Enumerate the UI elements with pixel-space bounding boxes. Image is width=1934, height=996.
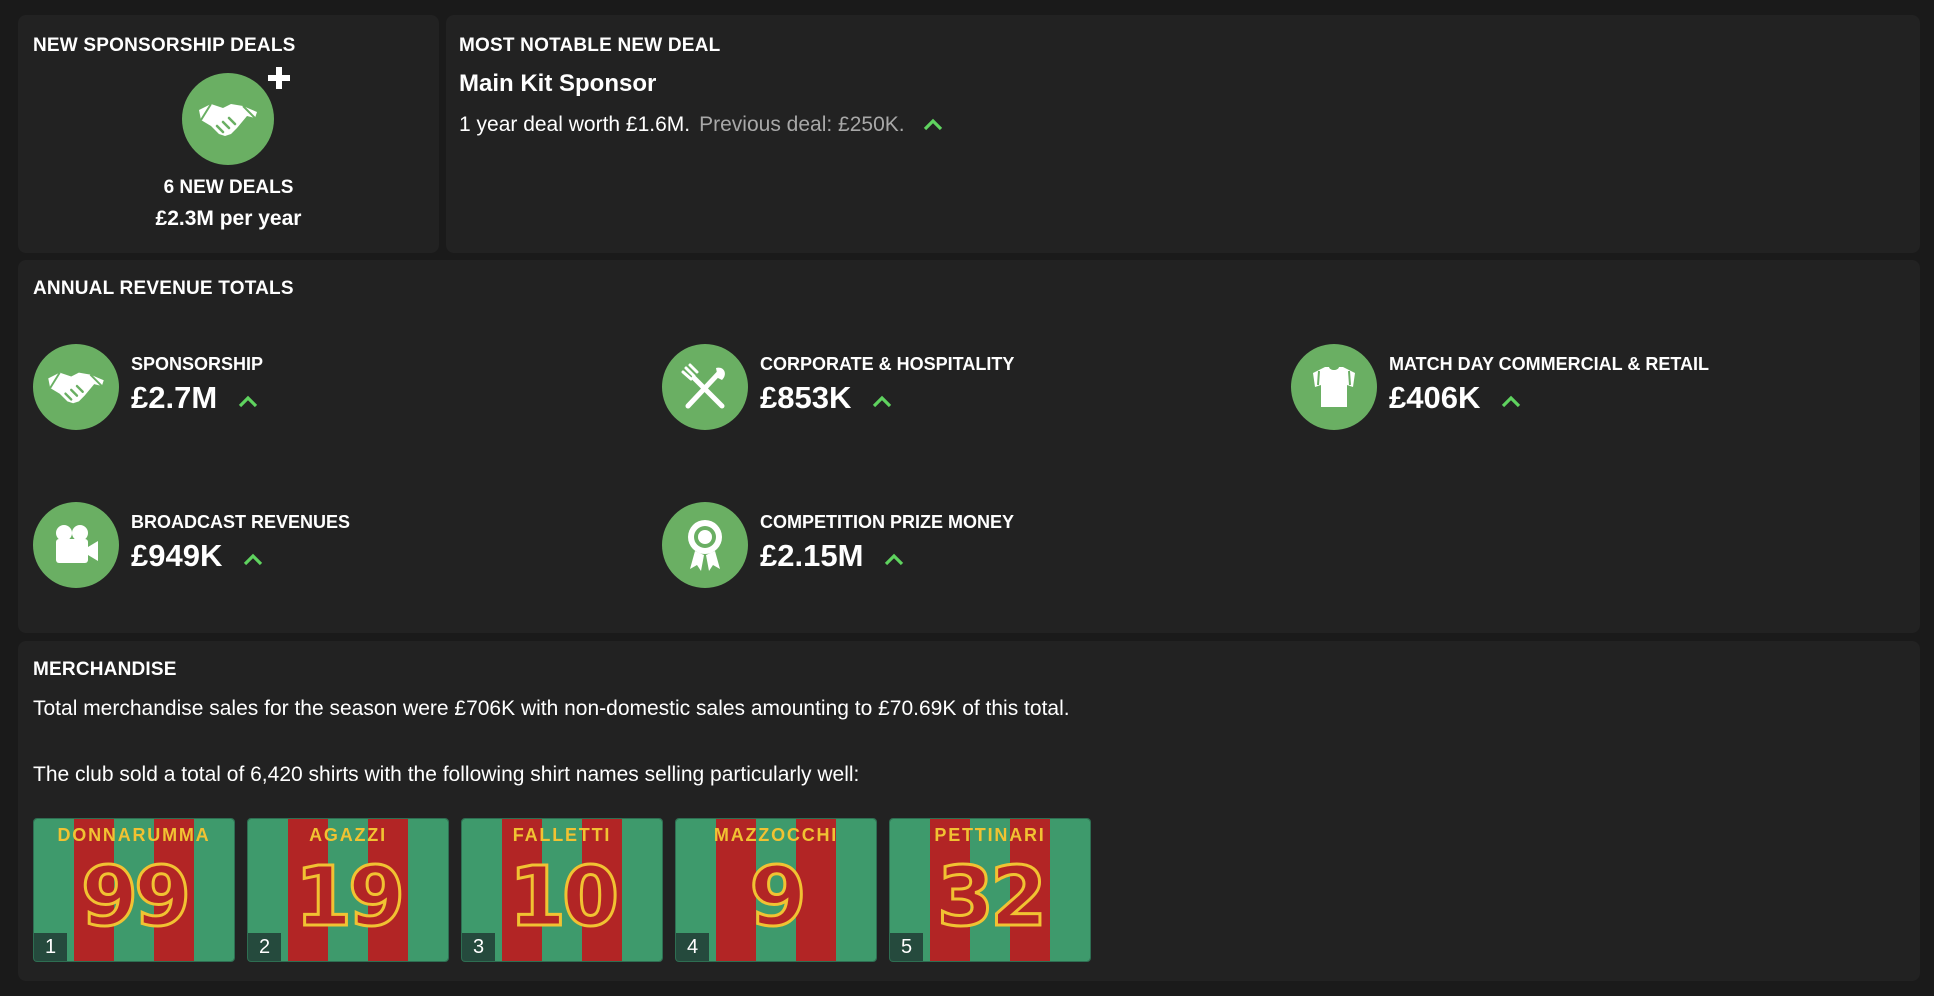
shirt-card[interactable]: FALLETTI 10 3 <box>461 818 663 962</box>
shirt-rank: 3 <box>462 933 495 961</box>
revenue-label: CORPORATE & HOSPITALITY <box>760 354 1015 374</box>
revenue-value: £949K <box>131 538 264 574</box>
handshake-plus-icon <box>182 65 290 165</box>
revenue-amount: £2.7M <box>131 380 218 415</box>
new-deals-count: 6 NEW DEALS <box>163 177 294 198</box>
revenue-value: £406K <box>1389 380 1522 416</box>
shirt-sales-text: The club sold a total of 6,420 shirts wi… <box>33 763 860 786</box>
revenue-matchday-retail: MATCH DAY COMMERCIAL & RETAIL £406K <box>1291 344 1891 434</box>
shirt-name: DONNARUMMA <box>57 825 211 845</box>
camera-icon <box>33 502 119 588</box>
trend-up-icon <box>1500 380 1522 416</box>
revenue-label: BROADCAST REVENUES <box>131 512 351 532</box>
award-ribbon-icon <box>662 502 748 588</box>
revenue-amount: £406K <box>1389 380 1481 415</box>
trend-up-icon <box>242 538 264 574</box>
revenue-value: £2.15M <box>760 538 905 574</box>
trend-up-icon <box>871 380 893 416</box>
top-shirts-list: DONNARUMMA 99 1 AGAZZI 19 2 FALLETTI 10 … <box>33 818 1091 962</box>
trend-up-icon <box>237 380 259 416</box>
notable-deal-description: 1 year deal worth £1.6M. Previous deal: … <box>459 113 943 137</box>
shirt-number: 19 <box>293 850 406 945</box>
revenue-label: COMPETITION PRIZE MONEY <box>760 512 1015 532</box>
previous-deal: Previous deal: £250K. <box>699 113 905 136</box>
merchandise-sales-text: Total merchandise sales for the season w… <box>33 697 1070 720</box>
shirt-number: 32 <box>935 850 1048 945</box>
trend-up-icon <box>883 538 905 574</box>
revenue-label: SPONSORSHIP <box>131 354 264 374</box>
shirt-number: 9 <box>748 850 808 945</box>
shirt-name: FALLETTI <box>512 825 612 845</box>
shirt-rank: 1 <box>34 933 67 961</box>
shirt-name: PETTINARI <box>934 825 1046 845</box>
shirt-rank: 2 <box>248 933 281 961</box>
revenue-label: MATCH DAY COMMERCIAL & RETAIL <box>1389 354 1710 374</box>
shirt-icon <box>1291 344 1377 430</box>
annual-revenue-panel: ANNUAL REVENUE TOTALS SPONSORSHIP £2.7M … <box>18 260 1920 633</box>
panel-title: ANNUAL REVENUE TOTALS <box>33 278 294 299</box>
new-sponsorship-deals-panel: NEW SPONSORSHIP DEALS 6 NEW DEALS £2.3M … <box>18 15 439 253</box>
panel-title: MOST NOTABLE NEW DEAL <box>459 35 721 56</box>
shirt-number: 99 <box>79 850 192 945</box>
revenue-prize-money: COMPETITION PRIZE MONEY £2.15M <box>662 502 1262 592</box>
revenue-sponsorship: SPONSORSHIP £2.7M <box>33 344 633 434</box>
revenue-broadcast: BROADCAST REVENUES £949K <box>33 502 633 592</box>
revenue-amount: £2.15M <box>760 538 864 573</box>
shirt-rank: 4 <box>676 933 709 961</box>
most-notable-deal-panel: MOST NOTABLE NEW DEAL Main Kit Sponsor 1… <box>446 15 1920 253</box>
shirt-number: 10 <box>507 850 620 945</box>
merchandise-panel: MERCHANDISE Total merchandise sales for … <box>18 641 1920 981</box>
panel-title: MERCHANDISE <box>33 659 177 680</box>
trend-up-icon <box>923 113 943 137</box>
shirt-card[interactable]: DONNARUMMA 99 1 <box>33 818 235 962</box>
shirt-card[interactable]: PETTINARI 32 5 <box>889 818 1091 962</box>
new-deals-value: £2.3M per year <box>155 207 302 230</box>
revenue-amount: £949K <box>131 538 223 573</box>
shirt-rank: 5 <box>890 933 923 961</box>
shirt-name: AGAZZI <box>309 825 387 845</box>
notable-deal-name: Main Kit Sponsor <box>459 70 657 97</box>
revenue-value: £853K <box>760 380 893 416</box>
panel-title: NEW SPONSORSHIP DEALS <box>33 35 296 56</box>
handshake-icon <box>33 344 119 430</box>
revenue-value: £2.7M <box>131 380 259 416</box>
revenue-corporate-hospitality: CORPORATE & HOSPITALITY £853K <box>662 344 1262 434</box>
shirt-card[interactable]: AGAZZI 19 2 <box>247 818 449 962</box>
revenue-amount: £853K <box>760 380 852 415</box>
cutlery-icon <box>662 344 748 430</box>
shirt-name: MAZZOCCHI <box>713 825 839 845</box>
deal-worth: 1 year deal worth £1.6M. <box>459 113 691 136</box>
shirt-card[interactable]: MAZZOCCHI 9 4 <box>675 818 877 962</box>
